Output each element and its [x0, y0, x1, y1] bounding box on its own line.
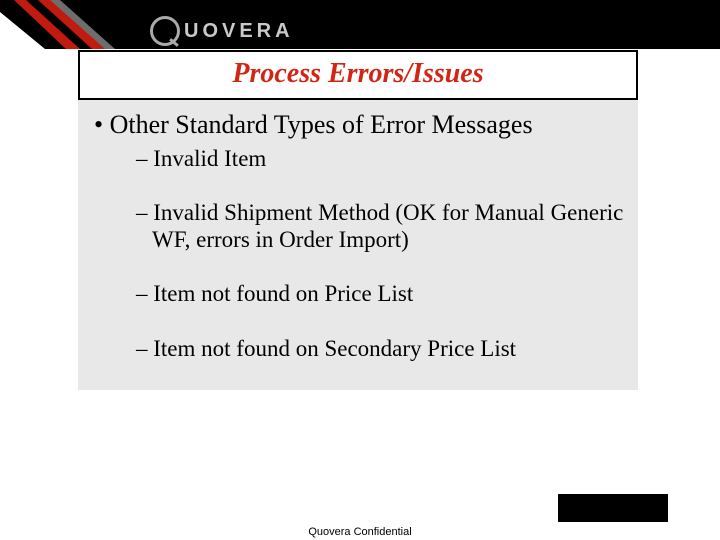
title-box: Process Errors/Issues: [78, 50, 638, 100]
slide: UOVERA Process Errors/Issues Other Stand…: [0, 0, 720, 540]
logo-q-icon: [150, 16, 180, 46]
footer-accent-block: [558, 494, 668, 522]
sub-bullet: Invalid Shipment Method (OK for Manual G…: [136, 200, 638, 253]
slide-title: Process Errors/Issues: [232, 58, 483, 89]
brand-logo: UOVERA: [150, 16, 294, 46]
brand-logo-text: UOVERA: [184, 20, 294, 43]
slide-content: Process Errors/Issues Other Standard Typ…: [78, 52, 638, 390]
main-bullet: Other Standard Types of Error Messages: [94, 110, 638, 140]
sub-bullet: Item not found on Price List: [136, 281, 638, 307]
sub-bullet: Invalid Item: [136, 146, 638, 172]
sub-bullet: Item not found on Secondary Price List: [136, 336, 638, 362]
banner-stripes-icon: [0, 0, 170, 49]
footer-confidential: Quovera Confidential: [0, 526, 720, 538]
header-banner: UOVERA: [0, 0, 720, 49]
